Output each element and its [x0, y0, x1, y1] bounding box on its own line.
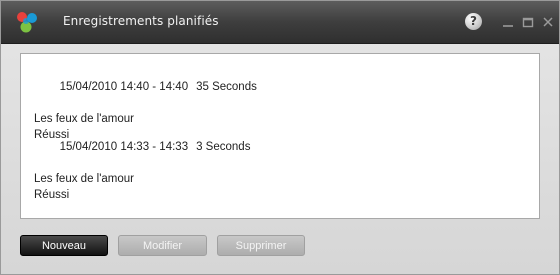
- scheduled-recordings-window: Enregistrements planifiés ? 15/04/2010 1…: [0, 0, 560, 275]
- title-bar[interactable]: Enregistrements planifiés ?: [1, 1, 559, 44]
- recording-program: Les feux de l'amour: [34, 173, 135, 185]
- recordings-list[interactable]: 15/04/2010 14:40 - 14:40 35 Seconds Les f…: [20, 53, 540, 219]
- maximize-icon[interactable]: [521, 15, 535, 29]
- window-title: Enregistrements planifiés: [63, 14, 219, 28]
- list-item[interactable]: 15/04/2010 14:33 - 14:33 3 Seconds Les fe…: [34, 123, 250, 203]
- new-button[interactable]: Nouveau: [20, 235, 108, 256]
- help-icon[interactable]: ?: [465, 13, 482, 30]
- close-icon[interactable]: [541, 15, 555, 29]
- edit-button[interactable]: Modifier: [118, 235, 207, 256]
- minimize-icon[interactable]: [501, 15, 515, 29]
- recording-datetime: 15/04/2010 14:33 - 14:33: [59, 141, 189, 153]
- recording-duration: 35 Seconds: [196, 81, 257, 93]
- app-logo-icon: [17, 12, 37, 33]
- recording-duration: 3 Seconds: [196, 141, 251, 153]
- delete-button[interactable]: Supprimer: [217, 235, 305, 256]
- recording-datetime: 15/04/2010 14:40 - 14:40: [59, 81, 189, 93]
- recording-status: Réussi: [34, 189, 70, 201]
